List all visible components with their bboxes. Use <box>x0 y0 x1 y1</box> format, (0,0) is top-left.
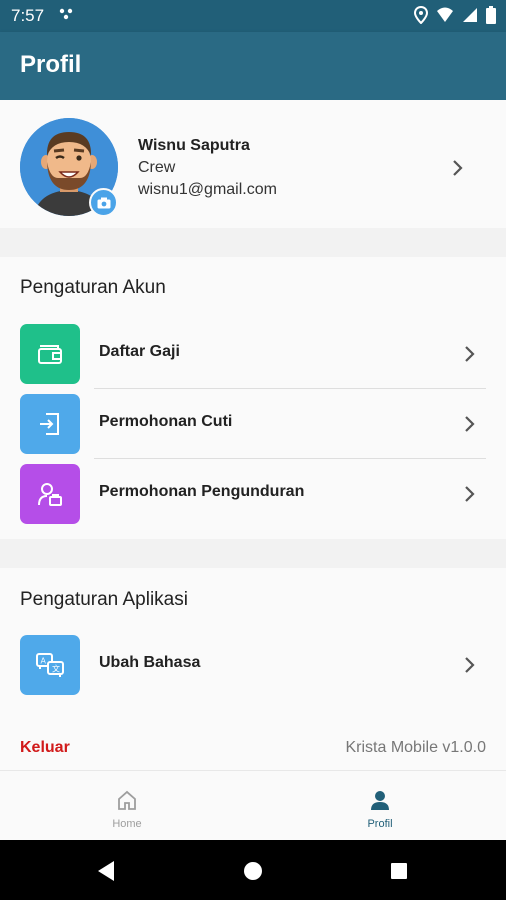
chevron-right-icon <box>464 415 476 438</box>
section-title-app: Pengaturan Aplikasi <box>20 589 188 610</box>
menu-label: Permohonan Cuti <box>99 413 233 430</box>
recents-icon[interactable] <box>390 862 408 885</box>
app-bar: Profil <box>0 32 506 100</box>
nav-label-profile: Profil <box>367 818 393 830</box>
menu-label: Daftar Gaji <box>99 343 180 360</box>
leave-request-icon <box>20 394 80 454</box>
svg-text:文: 文 <box>52 664 60 674</box>
notification-icon <box>58 6 74 27</box>
translate-icon: A文 <box>20 635 80 695</box>
svg-text:A: A <box>41 657 47 666</box>
profile-role: Crew <box>138 159 176 176</box>
menu-label: Permohonan Pengunduran <box>99 483 305 500</box>
menu-label: Ubah Bahasa <box>99 654 201 671</box>
chevron-right-icon <box>452 159 464 182</box>
system-nav-bar <box>0 840 506 900</box>
logout-button[interactable]: Keluar <box>20 739 70 757</box>
home-icon <box>116 790 138 815</box>
back-icon[interactable] <box>96 860 116 887</box>
menu-item-change-language[interactable]: A文 Ubah Bahasa <box>0 630 506 700</box>
home-button-icon[interactable] <box>243 861 263 886</box>
chevron-right-icon <box>464 345 476 368</box>
signal-icon <box>462 7 478 28</box>
resignation-icon <box>20 464 80 524</box>
profile-card[interactable]: Wisnu Saputra Crew wisnu1@gmail.com <box>0 100 506 228</box>
profile-name: Wisnu Saputra <box>138 137 250 154</box>
battery-icon <box>486 6 496 29</box>
account-settings-section: Pengaturan Akun Daftar Gaji Permohonan C… <box>0 257 506 539</box>
chevron-right-icon <box>464 485 476 508</box>
chevron-right-icon <box>464 656 476 679</box>
footer-row: Keluar Krista Mobile v1.0.0 <box>0 730 506 770</box>
section-title-account: Pengaturan Akun <box>20 277 166 298</box>
menu-item-resignation-request[interactable]: Permohonan Pengunduran <box>0 459 506 529</box>
nav-item-home[interactable]: Home <box>87 789 167 830</box>
menu-item-leave-request[interactable]: Permohonan Cuti <box>0 389 506 459</box>
page-title: Profil <box>20 51 82 78</box>
status-bar: 7:57 <box>0 0 506 32</box>
profile-email: wisnu1@gmail.com <box>138 181 277 198</box>
menu-item-salary-list[interactable]: Daftar Gaji <box>0 319 506 389</box>
app-settings-section: Pengaturan Aplikasi A文 Ubah Bahasa <box>0 568 506 730</box>
bottom-nav: Home Profil <box>0 770 506 840</box>
camera-icon[interactable] <box>89 188 118 217</box>
profile-icon <box>369 791 391 815</box>
status-time: 7:57 <box>11 6 45 25</box>
app-version: Krista Mobile v1.0.0 <box>345 739 486 756</box>
wifi-icon <box>436 7 454 28</box>
nav-label-home: Home <box>112 818 142 830</box>
nav-item-profile[interactable]: Profil <box>340 789 420 830</box>
wallet-icon <box>20 324 80 384</box>
location-icon <box>413 5 429 29</box>
